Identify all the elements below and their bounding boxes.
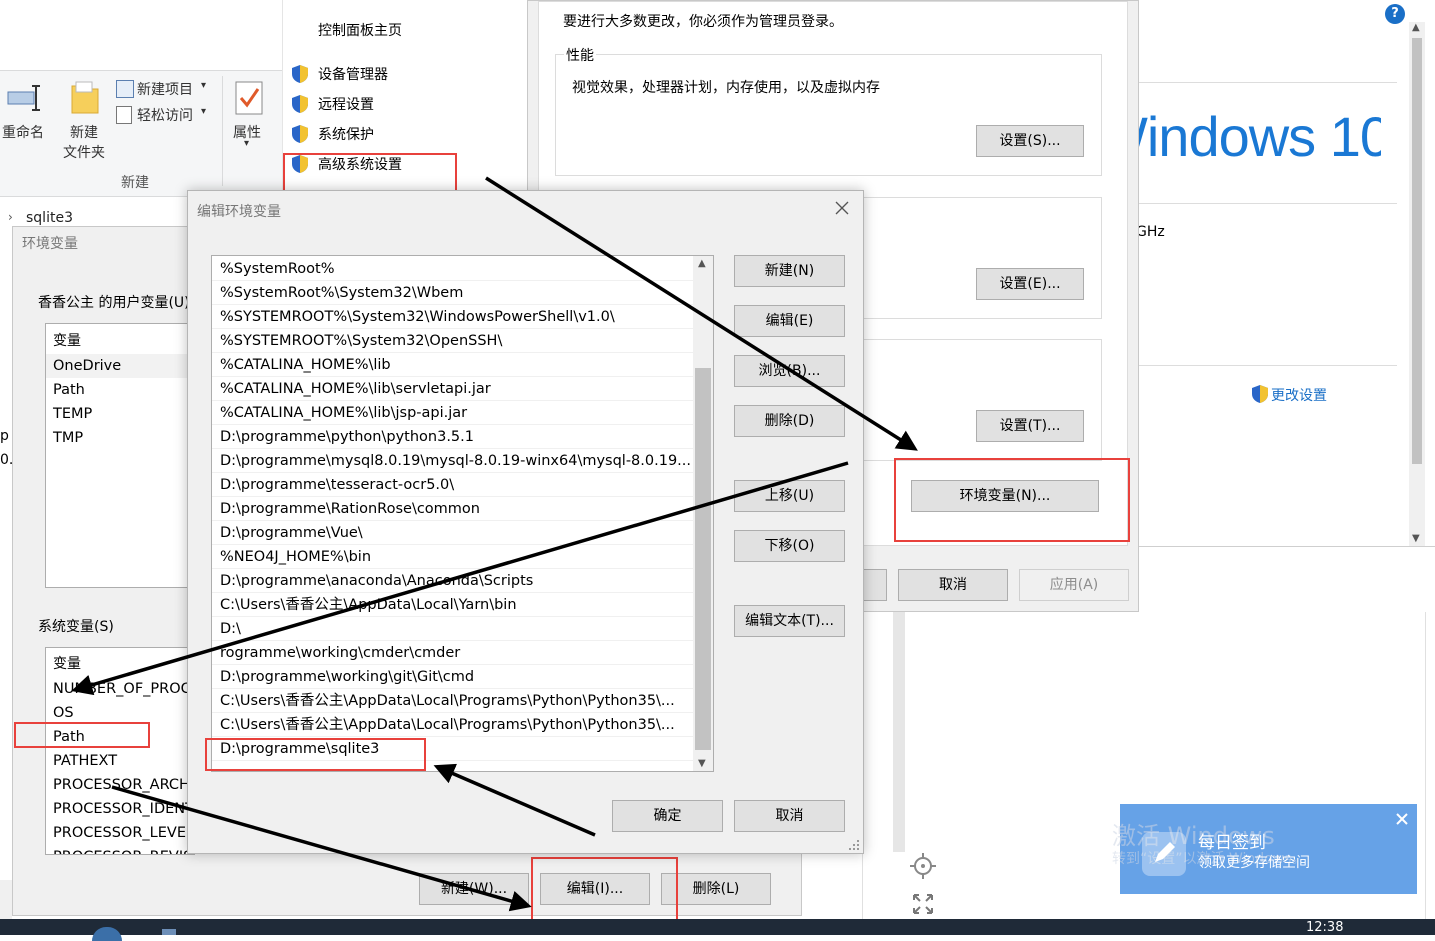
arrow-advanced-to-envvars [485,176,918,451]
arrow-path-to-edit [111,785,532,912]
arrow-envvars-to-path [71,461,849,696]
annotation-arrows [71,176,918,912]
arrow-to-sqlite3 [433,763,596,837]
